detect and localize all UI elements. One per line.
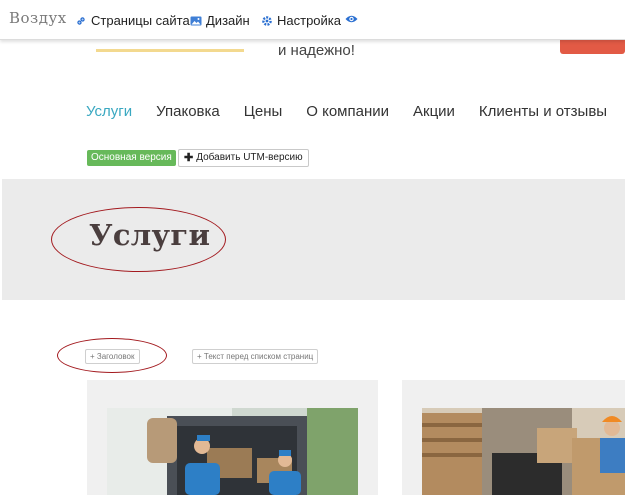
- header-cta-button[interactable]: [560, 40, 625, 54]
- site-pages-label: Страницы сайта: [91, 13, 190, 28]
- nav-item-packaging[interactable]: Упаковка: [156, 103, 220, 120]
- nav-item-clients-reviews[interactable]: Клиенты и отзывы: [479, 103, 607, 120]
- logo-underline: [96, 49, 244, 52]
- settings-label: Настройка: [277, 13, 341, 28]
- main-version-badge[interactable]: Основная версия: [87, 150, 176, 166]
- plus-icon: ✚: [184, 152, 194, 164]
- add-text-before-list-button[interactable]: + Текст перед списком страниц: [192, 349, 319, 364]
- add-utm-version-button[interactable]: ✚ Добавить UTM-версию: [178, 149, 309, 167]
- add-utm-version-label: Добавить UTM-версию: [196, 152, 303, 163]
- nav-item-prices[interactable]: Цены: [244, 103, 283, 120]
- design-button[interactable]: Дизайн: [190, 13, 250, 28]
- design-label: Дизайн: [206, 13, 250, 28]
- link-icon: [77, 16, 85, 25]
- nav-item-about[interactable]: О компании: [306, 103, 389, 120]
- nav-item-services[interactable]: Услуги: [86, 103, 132, 120]
- header-tagline: и надежно!: [278, 42, 355, 59]
- eye-icon: [345, 15, 358, 23]
- page-title[interactable]: Услуги: [89, 218, 210, 252]
- nav-item-promotions[interactable]: Акции: [413, 103, 455, 120]
- add-heading-button[interactable]: + Заголовок: [85, 349, 140, 364]
- gear-icon: [262, 15, 272, 26]
- site-pages-button[interactable]: Страницы сайта: [75, 13, 190, 28]
- image-icon: [190, 16, 202, 25]
- main-nav: Услуги Упаковка Цены О компании Акции Кл…: [86, 103, 625, 120]
- app-logo[interactable]: Воздух: [9, 9, 67, 27]
- warehouse-photo: [422, 408, 625, 495]
- editor-toolbar: Воздух Страницы сайта Дизайн Настройка: [0, 0, 625, 40]
- movers-truck-photo: [107, 408, 358, 495]
- preview-button[interactable]: [345, 14, 362, 24]
- settings-button[interactable]: Настройка: [261, 13, 341, 28]
